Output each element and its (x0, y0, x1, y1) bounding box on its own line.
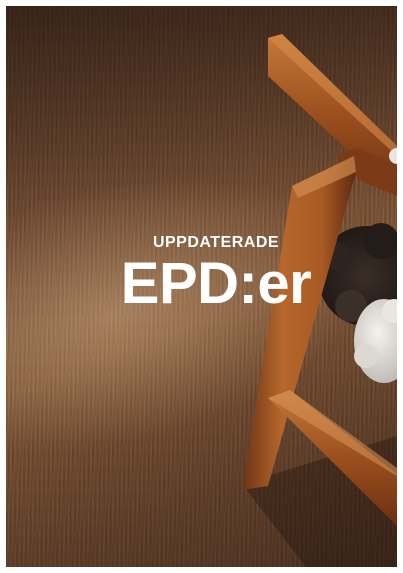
cover-card: UPPDATERADE EPD:er (6, 6, 397, 567)
cover-subtitle: UPPDATERADE (152, 234, 280, 251)
cover-heading: UPPDATERADE EPD:er (96, 234, 336, 314)
cover-title: EPD:er (120, 251, 312, 316)
